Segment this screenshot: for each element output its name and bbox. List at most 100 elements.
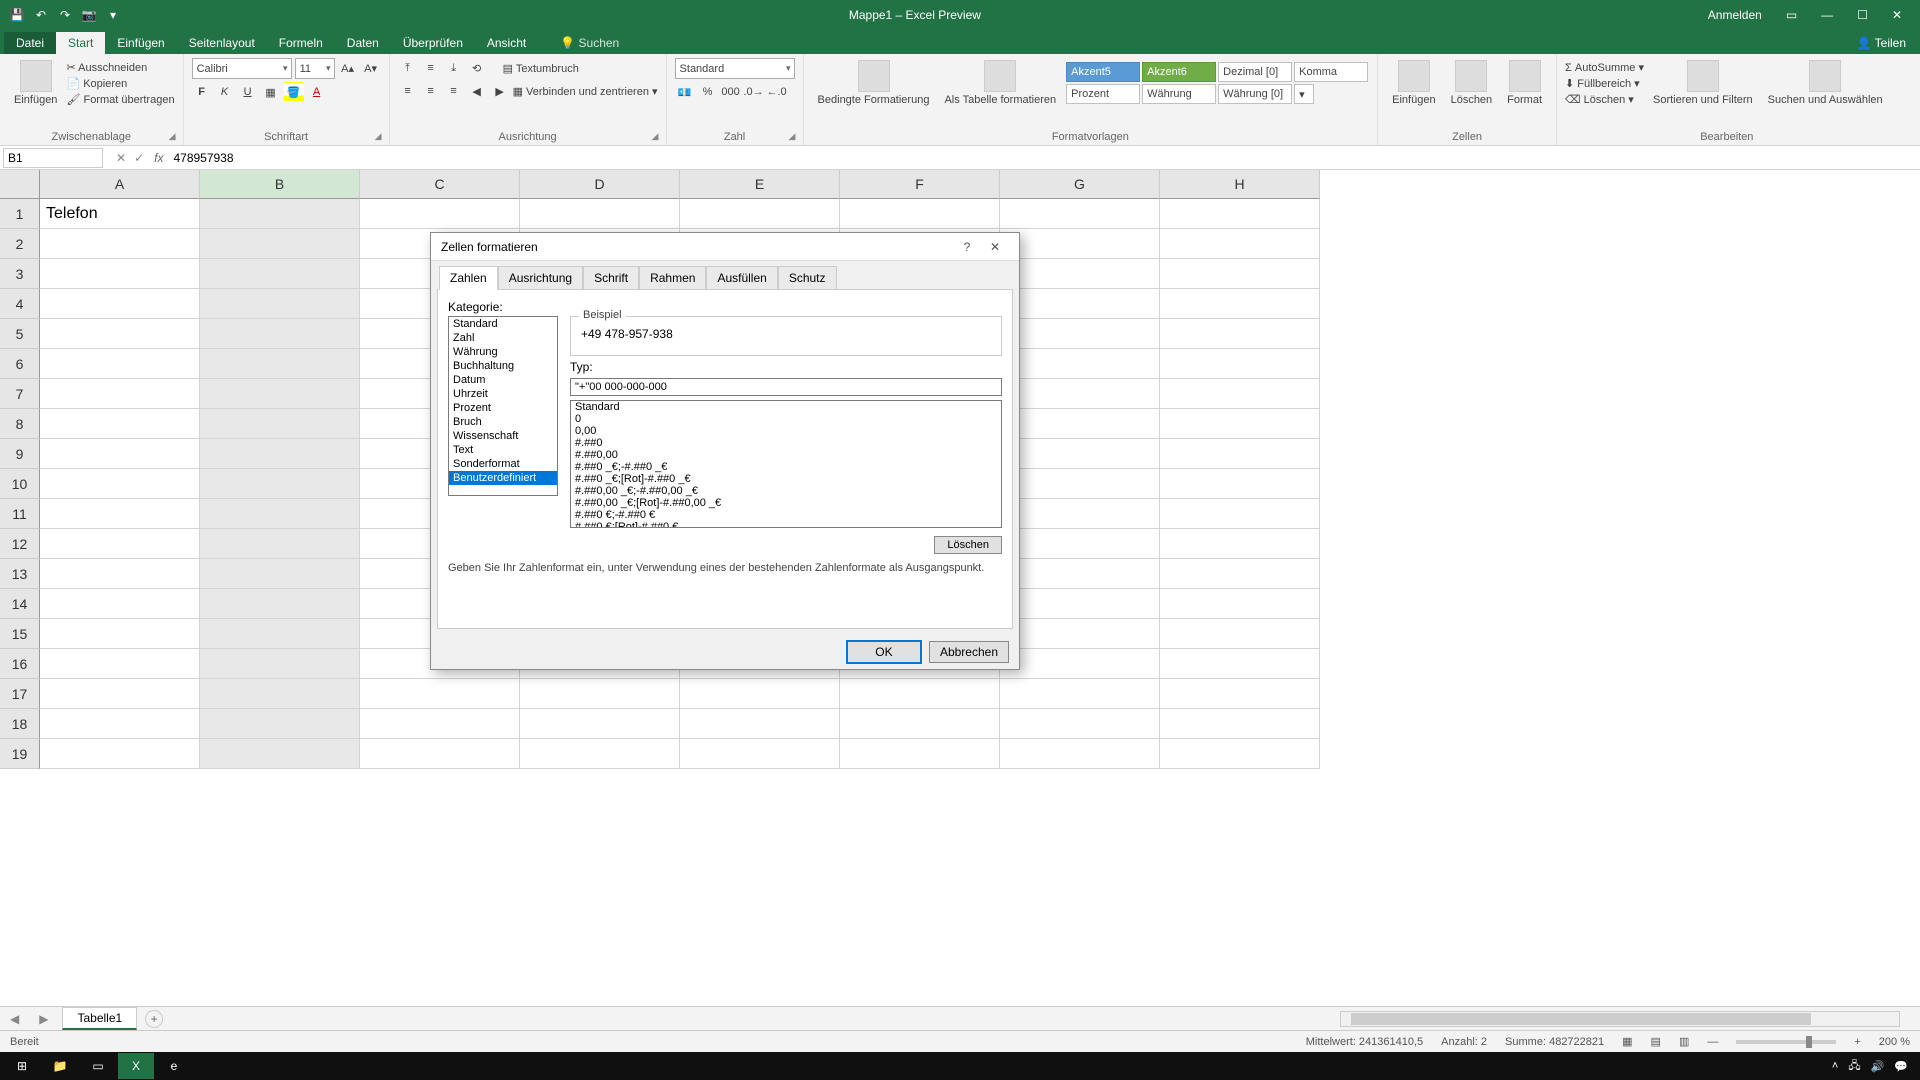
insert-cells-button[interactable]: Einfügen — [1386, 58, 1441, 108]
row-header-4[interactable]: 4 — [0, 289, 40, 319]
format-item[interactable]: #.##0 — [571, 437, 1001, 449]
cell-B10[interactable] — [200, 469, 360, 499]
category-item[interactable]: Bruch — [449, 415, 557, 429]
cell-G11[interactable] — [1000, 499, 1160, 529]
indent-increase-icon[interactable]: ▶ — [490, 81, 510, 101]
cell-G6[interactable] — [1000, 349, 1160, 379]
row-header-10[interactable]: 10 — [0, 469, 40, 499]
row-header-15[interactable]: 15 — [0, 619, 40, 649]
cell-D17[interactable] — [520, 679, 680, 709]
cell-G15[interactable] — [1000, 619, 1160, 649]
view-pagebreak-icon[interactable]: ▥ — [1679, 1035, 1689, 1048]
cell-G4[interactable] — [1000, 289, 1160, 319]
cell-A15[interactable] — [40, 619, 200, 649]
column-header-D[interactable]: D — [520, 170, 680, 199]
format-cells-button[interactable]: Format — [1501, 58, 1548, 108]
row-header-19[interactable]: 19 — [0, 739, 40, 769]
cell-B11[interactable] — [200, 499, 360, 529]
redo-icon[interactable]: ↷ — [56, 6, 74, 24]
cancel-formula-icon[interactable]: ✕ — [116, 151, 126, 165]
category-item[interactable]: Buchhaltung — [449, 359, 557, 373]
start-button[interactable]: ⊞ — [4, 1053, 40, 1079]
percent-format-icon[interactable]: % — [698, 82, 718, 102]
cell-B1[interactable] — [200, 199, 360, 229]
cell-H10[interactable] — [1160, 469, 1320, 499]
paste-button[interactable]: Einfügen — [8, 58, 63, 108]
cell-G7[interactable] — [1000, 379, 1160, 409]
new-sheet-button[interactable]: + — [145, 1010, 163, 1028]
cell-B18[interactable] — [200, 709, 360, 739]
cell-C19[interactable] — [360, 739, 520, 769]
cell-A9[interactable] — [40, 439, 200, 469]
category-item[interactable]: Zahl — [449, 331, 557, 345]
cell-G5[interactable] — [1000, 319, 1160, 349]
column-header-H[interactable]: H — [1160, 170, 1320, 199]
cell-H8[interactable] — [1160, 409, 1320, 439]
sheet-nav-prev-icon[interactable]: ◀ — [0, 1012, 29, 1026]
ribbon-display-icon[interactable]: ▭ — [1778, 8, 1805, 22]
cell-F18[interactable] — [840, 709, 1000, 739]
align-middle-icon[interactable]: ≡ — [421, 58, 441, 78]
column-header-C[interactable]: C — [360, 170, 520, 199]
cell-D19[interactable] — [520, 739, 680, 769]
align-top-icon[interactable]: ⤒ — [398, 58, 418, 78]
cell-A2[interactable] — [40, 229, 200, 259]
cell-E18[interactable] — [680, 709, 840, 739]
shrink-font-icon[interactable]: A▾ — [361, 59, 381, 79]
align-bottom-icon[interactable]: ⤓ — [444, 58, 464, 78]
formula-input[interactable]: 478957938 — [169, 151, 1920, 165]
tab-insert[interactable]: Einfügen — [105, 32, 176, 54]
ok-button[interactable]: OK — [847, 641, 921, 663]
row-header-1[interactable]: 1 — [0, 199, 40, 229]
row-header-5[interactable]: 5 — [0, 319, 40, 349]
format-item[interactable]: #.##0,00 _€;-#.##0,00 _€ — [571, 485, 1001, 497]
cell-B8[interactable] — [200, 409, 360, 439]
bold-button[interactable]: F — [192, 82, 212, 102]
cell-H6[interactable] — [1160, 349, 1320, 379]
cell-G14[interactable] — [1000, 589, 1160, 619]
type-input[interactable] — [570, 378, 1002, 396]
merge-center-button[interactable]: ▦ Verbinden und zentrieren ▾ — [513, 85, 658, 98]
clear-button[interactable]: ⌫ Löschen ▾ — [1565, 93, 1644, 106]
style-waehrung[interactable]: Währung — [1142, 84, 1216, 104]
cancel-button[interactable]: Abbrechen — [929, 641, 1009, 663]
category-list[interactable]: StandardZahlWährungBuchhaltungDatumUhrze… — [448, 316, 558, 496]
cell-F1[interactable] — [840, 199, 1000, 229]
save-icon[interactable]: 💾 — [8, 6, 26, 24]
cell-B15[interactable] — [200, 619, 360, 649]
cell-C1[interactable] — [360, 199, 520, 229]
row-header-11[interactable]: 11 — [0, 499, 40, 529]
style-akzent6[interactable]: Akzent6 — [1142, 62, 1216, 82]
tab-pagelayout[interactable]: Seitenlayout — [177, 32, 267, 54]
cell-H3[interactable] — [1160, 259, 1320, 289]
cell-A14[interactable] — [40, 589, 200, 619]
cell-B12[interactable] — [200, 529, 360, 559]
zoom-in-icon[interactable]: + — [1854, 1036, 1860, 1048]
cell-G13[interactable] — [1000, 559, 1160, 589]
style-waehrung0[interactable]: Währung [0] — [1218, 84, 1292, 104]
align-center-icon[interactable]: ≡ — [421, 81, 441, 101]
cell-B5[interactable] — [200, 319, 360, 349]
cell-E19[interactable] — [680, 739, 840, 769]
format-item[interactable]: #.##0 €;-#.##0 € — [571, 509, 1001, 521]
align-right-icon[interactable]: ≡ — [444, 81, 464, 101]
tray-notifications-icon[interactable]: 💬 — [1894, 1060, 1908, 1073]
cell-H1[interactable] — [1160, 199, 1320, 229]
close-icon[interactable]: ✕ — [1884, 8, 1910, 22]
column-header-F[interactable]: F — [840, 170, 1000, 199]
cell-H11[interactable] — [1160, 499, 1320, 529]
style-prozent[interactable]: Prozent — [1066, 84, 1140, 104]
cell-A17[interactable] — [40, 679, 200, 709]
column-header-B[interactable]: B — [200, 170, 360, 199]
zoom-level[interactable]: 200 % — [1879, 1036, 1910, 1048]
font-launcher-icon[interactable]: ◢ — [375, 131, 387, 143]
cell-G12[interactable] — [1000, 529, 1160, 559]
cell-C18[interactable] — [360, 709, 520, 739]
cell-C17[interactable] — [360, 679, 520, 709]
comma-format-icon[interactable]: 000 — [721, 82, 741, 102]
number-format-combo[interactable]: Standard — [675, 58, 795, 79]
row-header-17[interactable]: 17 — [0, 679, 40, 709]
format-item[interactable]: #.##0 _€;[Rot]-#.##0 _€ — [571, 473, 1001, 485]
cell-E17[interactable] — [680, 679, 840, 709]
cell-H5[interactable] — [1160, 319, 1320, 349]
